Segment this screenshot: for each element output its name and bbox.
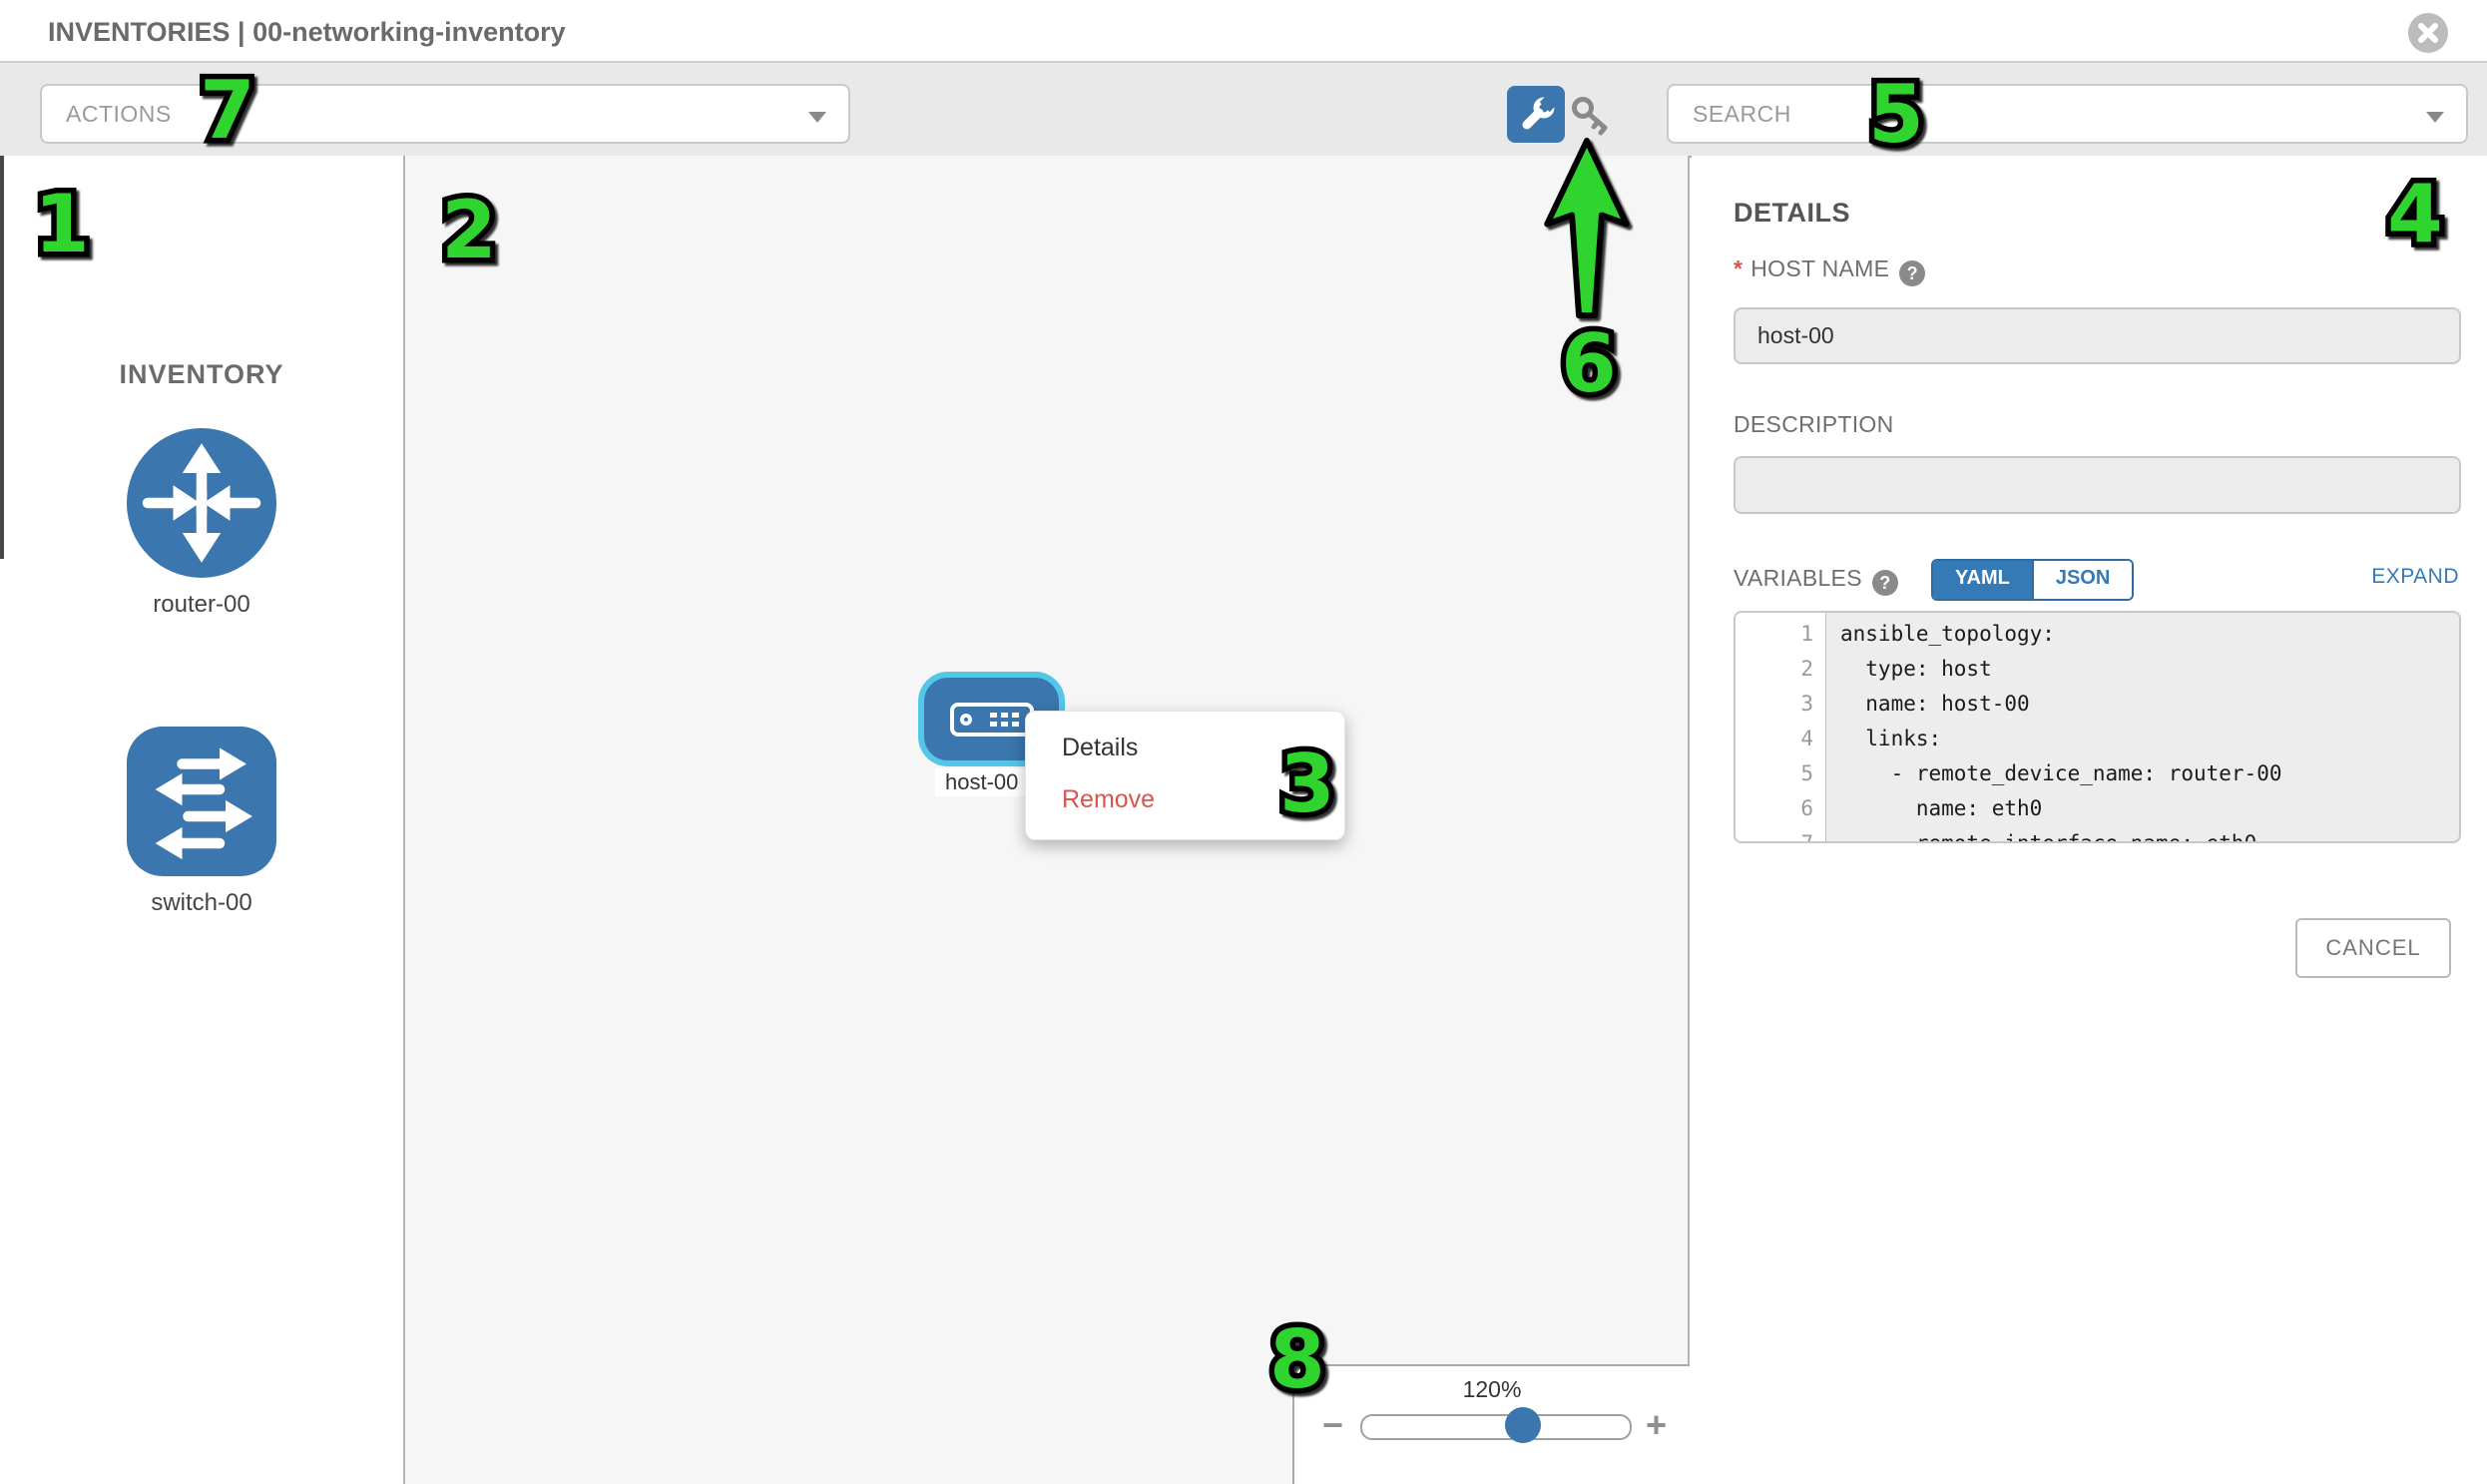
host-name-label: HOST NAME [1750, 255, 1889, 281]
close-button[interactable] [2408, 13, 2448, 53]
wrench-icon [1516, 95, 1556, 135]
cancel-button[interactable]: CANCEL [2295, 918, 2451, 978]
actions-dropdown[interactable]: ACTIONS [40, 84, 850, 144]
router-icon [127, 428, 276, 578]
details-panel-title: DETAILS [1734, 198, 1850, 229]
key-icon [1569, 94, 1613, 138]
required-marker: * [1734, 255, 1742, 281]
toolbar: ACTIONS SEARCH [0, 63, 2487, 158]
search-dropdown[interactable]: SEARCH [1667, 84, 2468, 144]
inventory-palette-title: INVENTORY [0, 359, 403, 390]
inventory-palette: INVENTORY router-00 [0, 156, 405, 1484]
search-dropdown-placeholder: SEARCH [1693, 101, 1791, 128]
code-line: ansible_topology: [1826, 617, 2459, 652]
variables-label: VARIABLES [1734, 565, 1862, 591]
node-context-menu: Details Remove [1025, 711, 1345, 840]
chevron-down-icon [808, 112, 826, 123]
page-title: INVENTORIES | 00-networking-inventory [48, 17, 566, 48]
key-button[interactable] [1569, 94, 1613, 138]
context-menu-item-details[interactable]: Details [1026, 722, 1344, 773]
zoom-slider-track[interactable] [1360, 1414, 1632, 1440]
line-number: 4 [1736, 722, 1825, 756]
host-icon [950, 703, 1034, 737]
expand-link[interactable]: EXPAND [2371, 565, 2459, 589]
line-number: 5 [1736, 756, 1825, 791]
zoom-control-panel: 120% − + [1292, 1364, 1690, 1484]
zoom-in-button[interactable]: + [1646, 1404, 1667, 1446]
switch-icon [127, 727, 276, 876]
zoom-slider-handle[interactable] [1505, 1407, 1541, 1443]
palette-item-switch[interactable]: switch-00 [0, 727, 403, 917]
zoom-out-button[interactable]: − [1322, 1404, 1343, 1446]
editor-line-numbers: 1234567 [1736, 613, 1826, 843]
sidebar-edge-highlight [0, 156, 4, 559]
line-number: 2 [1736, 652, 1825, 687]
code-line: name: host-00 [1826, 687, 2459, 722]
line-number: 1 [1736, 617, 1825, 652]
toolbar-tools-button[interactable] [1507, 86, 1565, 143]
help-icon[interactable]: ? [1899, 260, 1925, 286]
code-line: links: [1826, 722, 2459, 756]
code-line: name: eth0 [1826, 791, 2459, 826]
code-line: remote_interface_name: eth0 [1826, 826, 2459, 843]
inventory-topology-window: INVENTORIES | 00-networking-inventory AC… [0, 0, 2487, 1484]
line-number: 3 [1736, 687, 1825, 722]
toggle-yaml[interactable]: YAML [1933, 561, 2032, 599]
palette-item-label: router-00 [0, 591, 403, 619]
line-number: 6 [1736, 791, 1825, 826]
line-number: 7 [1736, 826, 1825, 843]
description-label: DESCRIPTION [1734, 411, 1893, 438]
help-icon[interactable]: ? [1872, 570, 1898, 596]
actions-dropdown-placeholder: ACTIONS [66, 101, 172, 128]
palette-item-router[interactable]: router-00 [0, 428, 403, 619]
variables-label-row: VARIABLES? [1734, 565, 1898, 596]
code-line: type: host [1826, 652, 2459, 687]
context-menu-item-remove[interactable]: Remove [1026, 773, 1344, 825]
host-node-label: host-00 [935, 768, 1028, 796]
header-bar: INVENTORIES | 00-networking-inventory [0, 0, 2487, 63]
toggle-json[interactable]: JSON [2032, 561, 2132, 599]
palette-item-label: switch-00 [0, 889, 403, 917]
host-name-input[interactable] [1734, 307, 2461, 364]
variables-code-editor[interactable]: 1234567 ansible_topology: type: host nam… [1734, 611, 2461, 843]
code-line: - remote_device_name: router-00 [1826, 756, 2459, 791]
host-name-label-row: * HOST NAME? [1734, 255, 1925, 286]
editor-code-lines: ansible_topology: type: host name: host-… [1826, 613, 2459, 843]
description-input[interactable] [1734, 456, 2461, 514]
chevron-down-icon [2426, 112, 2444, 123]
zoom-level-value: 120% [1294, 1376, 1690, 1403]
details-panel: DETAILS * HOST NAME? DESCRIPTION VARIABLE… [1692, 156, 2487, 1484]
variables-format-toggle: YAML JSON [1931, 559, 2134, 601]
close-icon [2417, 22, 2439, 44]
